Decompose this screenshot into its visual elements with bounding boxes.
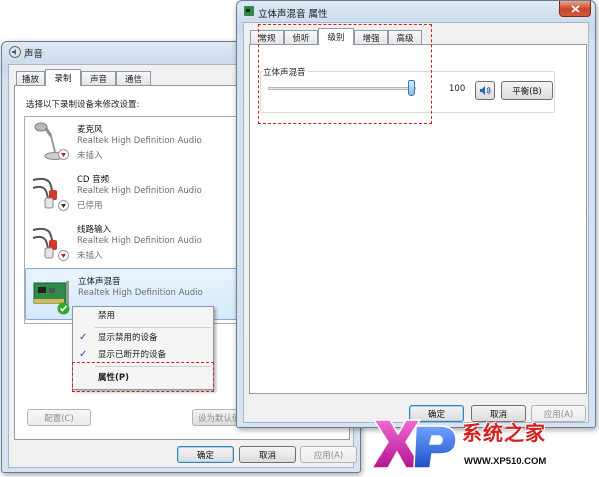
checkmark-icon: ✓ bbox=[79, 349, 88, 360]
highlight-properties-annotation bbox=[72, 362, 214, 392]
level-value: 100 bbox=[449, 84, 466, 94]
device-status: 未插入 bbox=[77, 151, 103, 161]
device-name: CD 音频 bbox=[77, 175, 110, 185]
mute-toggle-button[interactable] bbox=[475, 81, 495, 100]
tab-playback[interactable]: 播放 bbox=[16, 71, 45, 86]
tab-sounds[interactable]: 声音 bbox=[81, 71, 116, 86]
cancel-button[interactable]: 取消 bbox=[239, 446, 296, 463]
window-title: 声音 bbox=[24, 49, 44, 60]
red-down-arrow-badge bbox=[58, 149, 69, 163]
menu-item-label: 显示禁用的设备 bbox=[98, 333, 158, 343]
device-driver: Realtek High Definition Audio bbox=[77, 136, 202, 146]
menu-item-label: 禁用 bbox=[98, 311, 116, 321]
device-driver: Realtek High Definition Audio bbox=[77, 186, 202, 196]
menu-item-show-disconnected[interactable]: ✓ 显示已断开的设备 bbox=[73, 347, 213, 363]
tab-communications[interactable]: 通信 bbox=[116, 71, 151, 86]
logo-url: WWW.XP510.COM bbox=[464, 456, 547, 467]
gray-down-arrow-badge bbox=[58, 200, 69, 214]
ok-button[interactable]: 确定 bbox=[177, 446, 234, 463]
device-status: 已停用 bbox=[77, 201, 103, 211]
tab-levels[interactable]: 级别 bbox=[318, 28, 354, 45]
tab-recording[interactable]: 录制 bbox=[45, 69, 81, 86]
device-status: 未插入 bbox=[77, 251, 103, 261]
close-button[interactable] bbox=[559, 1, 591, 17]
device-name: 线路输入 bbox=[77, 225, 112, 235]
instruction-text: 选择以下录制设备来修改设置: bbox=[26, 100, 140, 110]
speaker-icon bbox=[480, 86, 491, 95]
device-name: 立体声混音 bbox=[78, 277, 121, 287]
menu-item-show-disabled[interactable]: ✓ 显示禁用的设备 bbox=[73, 330, 213, 346]
device-driver: Realtek High Definition Audio bbox=[78, 288, 203, 298]
menu-item-label: 显示已断开的设备 bbox=[98, 350, 167, 360]
device-driver: Realtek High Definition Audio bbox=[77, 236, 202, 246]
menu-separator bbox=[95, 327, 211, 328]
window-title: 立体声混音 属性 bbox=[258, 9, 328, 20]
speaker-app-icon bbox=[243, 5, 255, 20]
xp-system-logo: 系统之家 WWW.XP510.COM bbox=[368, 414, 596, 474]
logo-text: 系统之家 bbox=[462, 421, 546, 445]
device-name: 麦克风 bbox=[77, 125, 103, 135]
balance-button[interactable]: 平衡(B) bbox=[501, 81, 553, 100]
checkmark-icon: ✓ bbox=[79, 332, 88, 343]
red-down-arrow-badge bbox=[58, 250, 69, 264]
speaker-app-icon bbox=[9, 46, 21, 61]
menu-item-disable[interactable]: 禁用 bbox=[73, 308, 213, 324]
apply-button[interactable]: 应用(A) bbox=[300, 446, 357, 463]
close-icon bbox=[570, 4, 580, 13]
configure-button[interactable]: 配置(C) bbox=[27, 409, 91, 426]
green-check-badge bbox=[57, 302, 70, 318]
